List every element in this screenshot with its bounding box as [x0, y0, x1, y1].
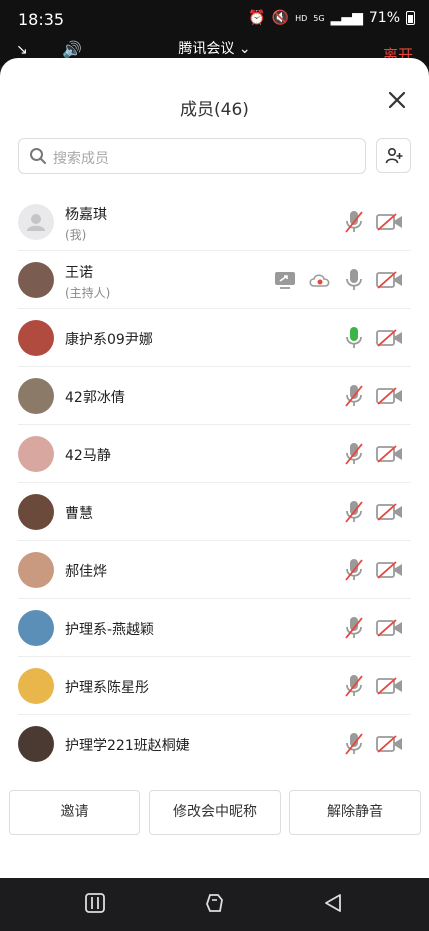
members-panel: 成员(46) 搜索成员 杨嘉琪 (我) 王诺 (主持人) 康护系09尹娜 42郭… [0, 58, 429, 878]
member-name: 郝佳烨 [65, 564, 107, 580]
signal-icon: ▂▄▆ [330, 10, 363, 26]
mic-muted-icon[interactable] [344, 616, 364, 640]
search-placeholder: 搜索成员 [53, 151, 109, 167]
camera-off-icon[interactable] [376, 561, 403, 579]
member-row[interactable]: 王诺 (主持人) [0, 251, 429, 309]
mic-muted-icon[interactable] [344, 442, 364, 466]
member-row[interactable]: 42马静 [0, 425, 429, 483]
clock: 18:35 [18, 10, 65, 29]
member-row[interactable]: 康护系09尹娜 [0, 309, 429, 367]
camera-off-icon[interactable] [376, 735, 403, 753]
camera-off-icon[interactable] [376, 387, 403, 405]
avatar [18, 262, 54, 298]
mic-muted-icon[interactable] [344, 384, 364, 408]
member-name: 王诺 [65, 265, 93, 281]
hd-indicator: HD [295, 13, 308, 23]
mic-muted-icon[interactable] [344, 732, 364, 756]
member-name: 护理系-燕越颖 [65, 622, 155, 638]
camera-off-icon[interactable] [376, 677, 403, 695]
mic-active-icon[interactable] [344, 326, 364, 350]
avatar [18, 668, 54, 704]
camera-off-icon[interactable] [376, 503, 403, 521]
member-row[interactable]: 护理学221班赵桐婕 [0, 715, 429, 773]
mic-muted-icon[interactable] [344, 500, 364, 524]
camera-off-icon[interactable] [376, 329, 403, 347]
rename-button[interactable]: 修改会中昵称 [149, 790, 281, 835]
member-row[interactable]: 护理系陈星彤 [0, 657, 429, 715]
avatar [18, 436, 54, 472]
member-row[interactable]: 护理系-燕越颖 [0, 599, 429, 657]
member-name: 康护系09尹娜 [65, 332, 153, 348]
meeting-title[interactable]: 腾讯会议 ⌄ [0, 38, 429, 58]
member-row[interactable]: 42郭冰倩 [0, 367, 429, 425]
member-list: 杨嘉琪 (我) 王诺 (主持人) 康护系09尹娜 42郭冰倩 42马静 曹慧 郝… [0, 193, 429, 773]
avatar [18, 378, 54, 414]
avatar [18, 726, 54, 762]
avatar [18, 494, 54, 530]
avatar [18, 204, 54, 240]
member-name: 杨嘉琪 [65, 207, 107, 223]
add-member-button[interactable] [376, 138, 411, 173]
status-icons: ⏰ 🔇 HD 5G ▂▄▆ 71% [248, 10, 415, 26]
member-name: 曹慧 [65, 506, 93, 522]
mic-icon[interactable] [344, 268, 364, 292]
mic-muted-icon[interactable] [344, 210, 364, 234]
back-icon[interactable] [322, 892, 344, 914]
camera-off-icon[interactable] [376, 445, 403, 463]
unmute-all-button[interactable]: 解除静音 [289, 790, 421, 835]
default-avatar-icon [27, 214, 45, 231]
member-role: (我) [65, 228, 87, 242]
member-row[interactable]: 杨嘉琪 (我) [0, 193, 429, 251]
battery-percent: 71% [368, 10, 400, 26]
mic-muted-icon[interactable] [344, 674, 364, 698]
member-row[interactable]: 郝佳烨 [0, 541, 429, 599]
panel-title: 成员(46) [180, 100, 249, 120]
member-name: 42马静 [65, 448, 111, 464]
mic-muted-icon[interactable] [344, 558, 364, 582]
chevron-down-icon: ⌄ [238, 41, 251, 57]
screen-share-icon [275, 272, 295, 289]
recent-apps-icon[interactable] [84, 892, 106, 914]
action-buttons: 邀请 修改会中昵称 解除静音 [9, 790, 421, 835]
member-name: 42郭冰倩 [65, 390, 125, 406]
member-name: 护理系陈星彤 [65, 680, 149, 696]
avatar [18, 610, 54, 646]
home-icon[interactable] [204, 892, 226, 914]
avatar [18, 552, 54, 588]
member-name: 护理学221班赵桐婕 [65, 738, 190, 754]
network-type: 5G [313, 13, 325, 23]
close-icon[interactable] [387, 90, 407, 110]
battery-icon [406, 11, 415, 25]
camera-off-icon[interactable] [376, 213, 403, 231]
add-person-icon [385, 147, 403, 164]
mute-icon: 🔇 [271, 10, 290, 26]
camera-off-icon[interactable] [376, 271, 403, 289]
search-input[interactable]: 搜索成员 [18, 138, 366, 174]
member-role: (主持人) [65, 286, 111, 300]
alarm-icon: ⏰ [248, 10, 266, 26]
camera-off-icon[interactable] [376, 619, 403, 637]
member-row[interactable]: 曹慧 [0, 483, 429, 541]
search-icon [30, 148, 46, 164]
invite-button[interactable]: 邀请 [9, 790, 140, 835]
avatar [18, 320, 54, 356]
status-bar: 18:35 ⏰ 🔇 HD 5G ▂▄▆ 71% [0, 0, 429, 40]
system-nav-bar [0, 878, 429, 931]
cloud-recording-icon [309, 274, 330, 287]
